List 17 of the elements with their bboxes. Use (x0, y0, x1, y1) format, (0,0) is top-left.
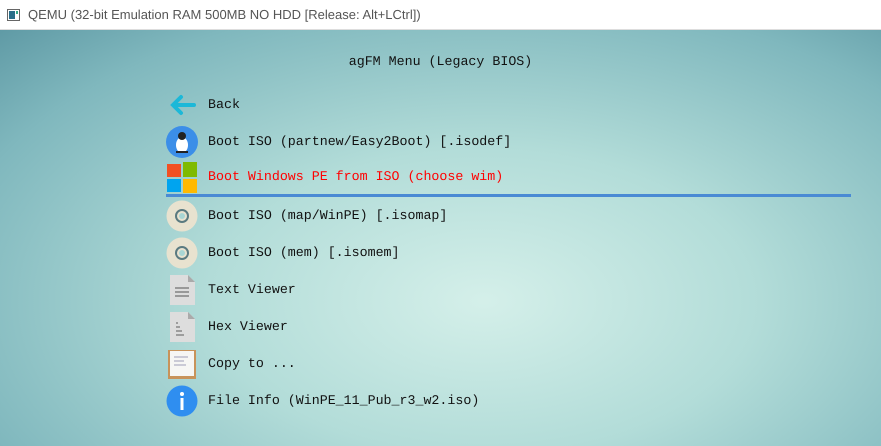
windows-logo-icon (166, 161, 198, 193)
menu-item[interactable]: Hex Viewer (166, 308, 851, 345)
menu-item[interactable]: Back (166, 86, 851, 123)
menu-item[interactable]: Boot ISO (mem) [.isomem] (166, 234, 851, 271)
penguin-icon (166, 126, 198, 158)
info-icon (166, 384, 198, 416)
menu-item[interactable]: Copy to ... (166, 345, 851, 382)
menu-title: agFM Menu (Legacy BIOS) (348, 53, 532, 72)
menu-item[interactable]: Text Viewer (166, 271, 851, 308)
disc-icon (166, 200, 198, 232)
menu-item[interactable]: Boot ISO (map/WinPE) [.isomap] (166, 197, 851, 234)
menu-item[interactable]: Boot ISO (partnew/Easy2Boot) [.isodef] (166, 123, 851, 160)
window-title: QEMU (32-bit Emulation RAM 500MB NO HDD [Release: Alt+LCtrl]) (28, 6, 421, 24)
clipboard-icon (166, 348, 198, 380)
menu-item[interactable]: File Info (WinPE_11_Pub_r3_w2.iso) (166, 382, 851, 419)
app-icon (7, 8, 20, 20)
disc-icon (166, 236, 198, 268)
